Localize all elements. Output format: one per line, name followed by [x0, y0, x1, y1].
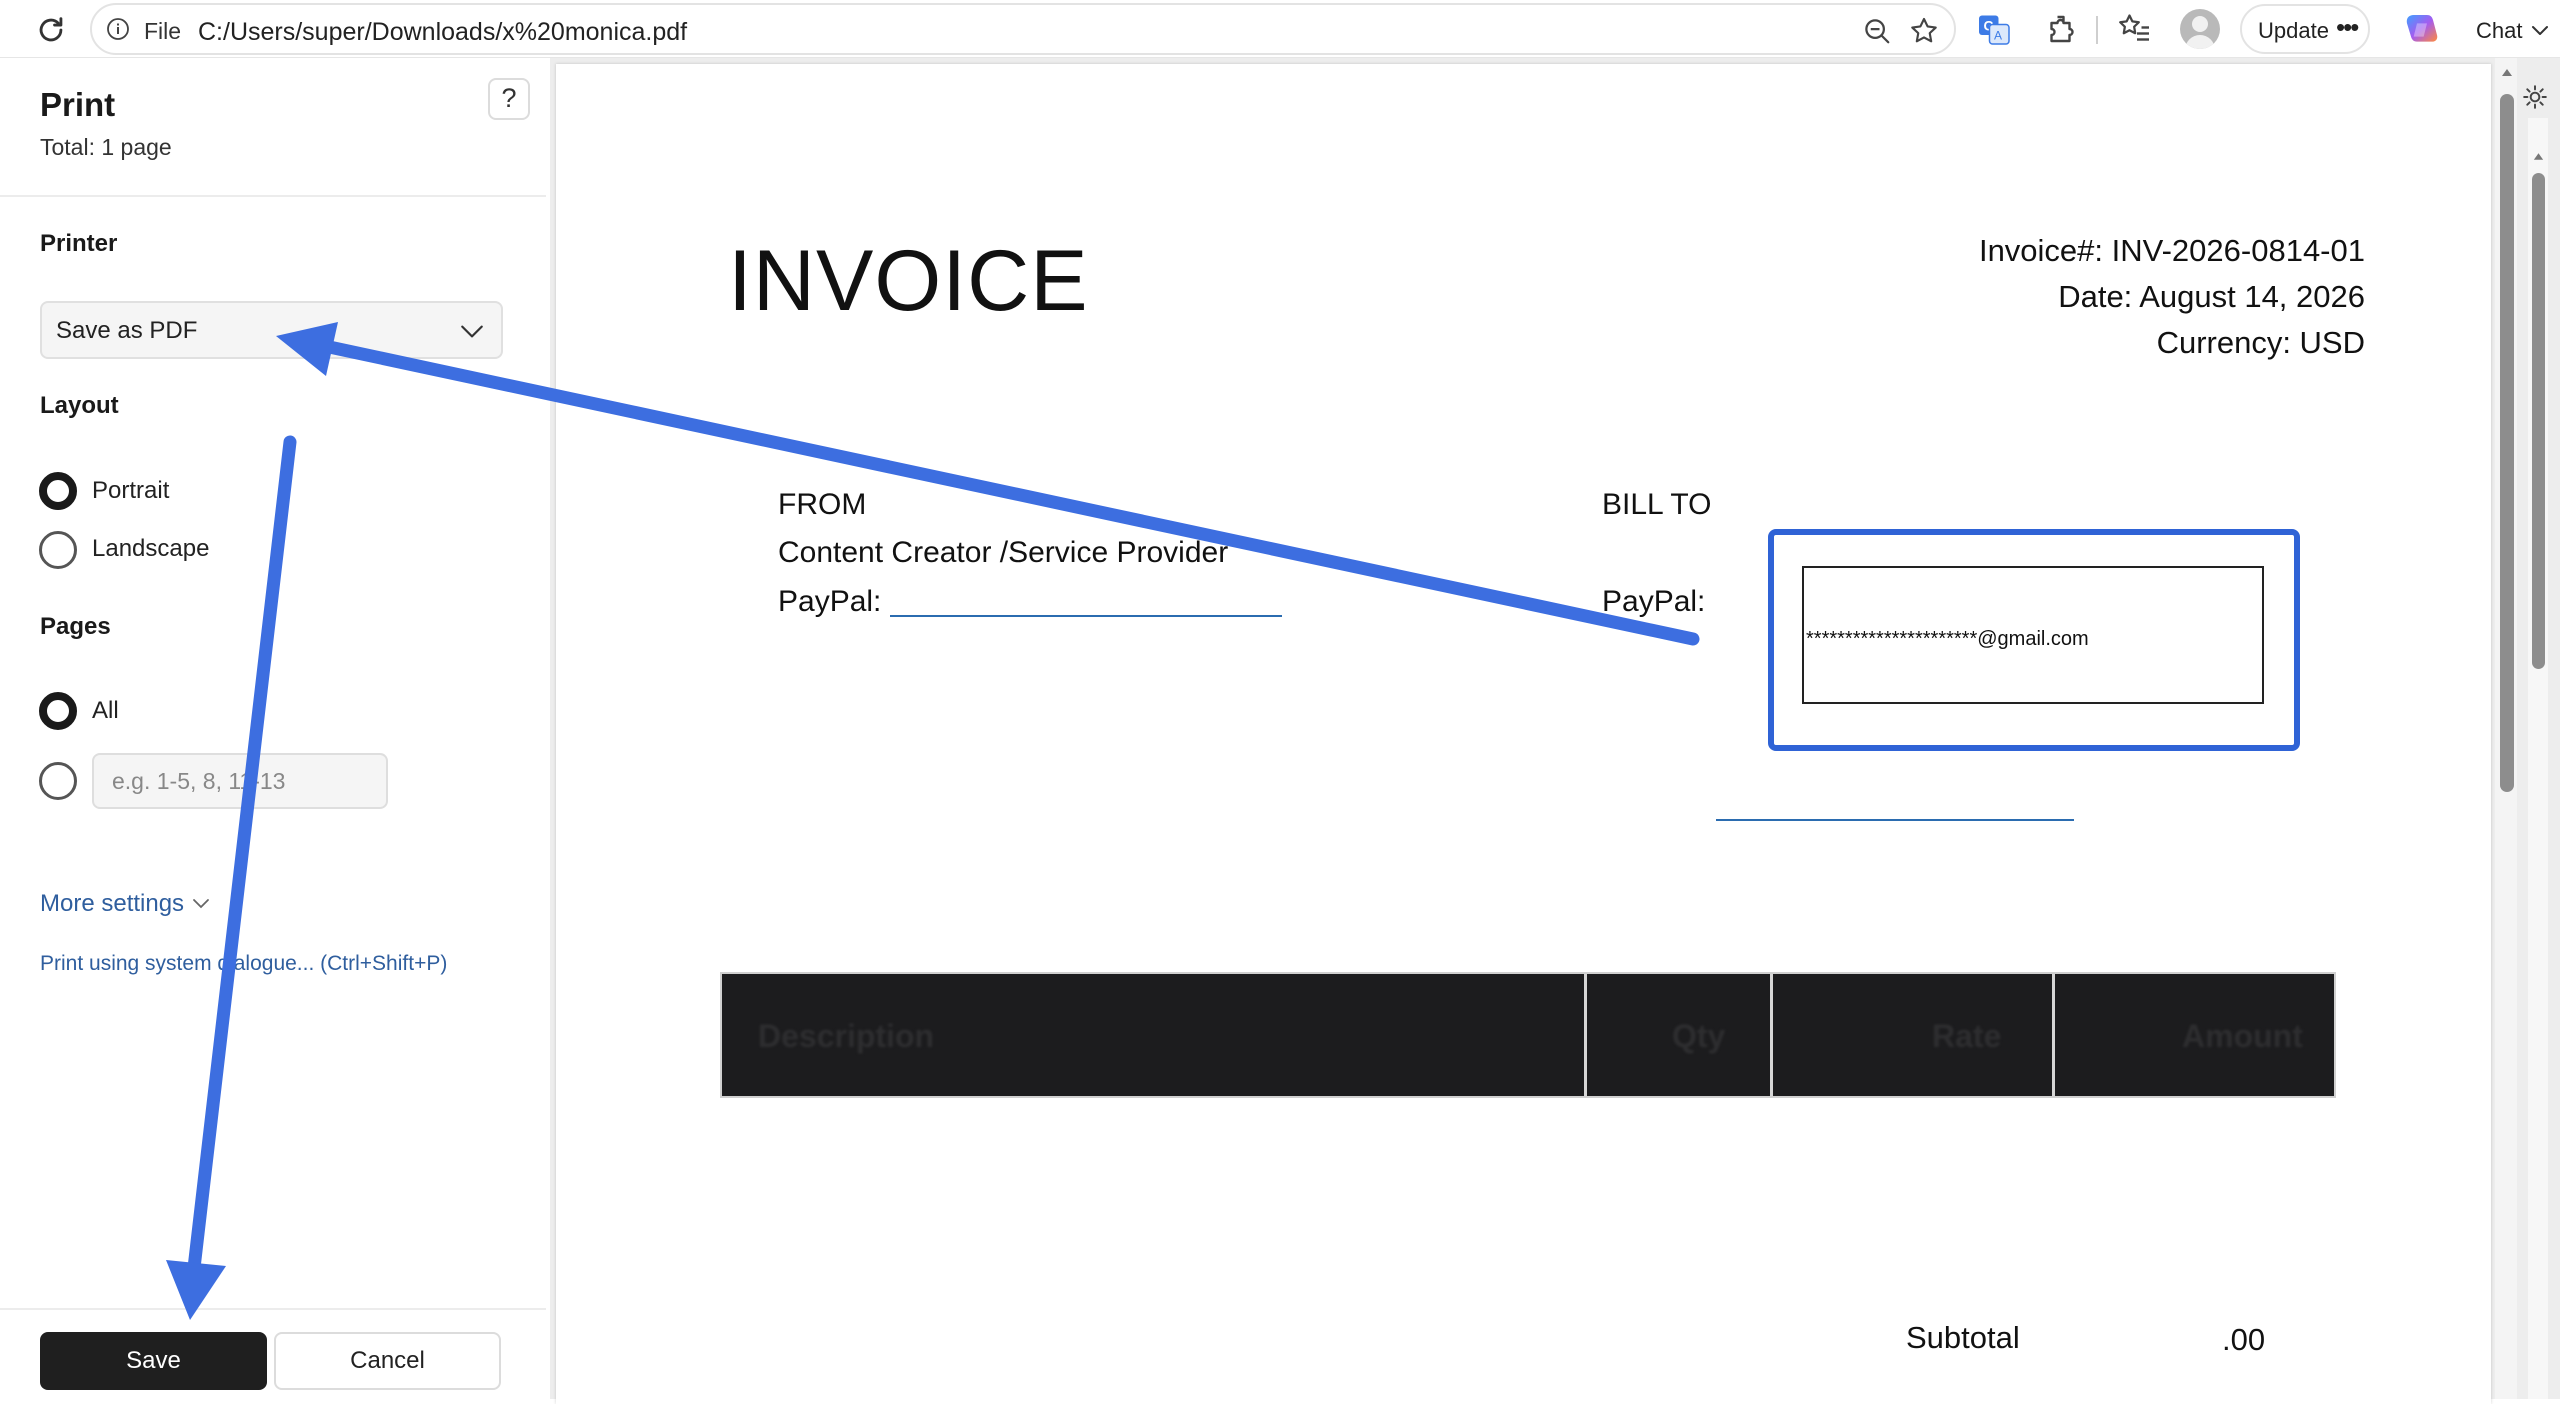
column-description: Description — [758, 1018, 935, 1054]
landscape-label: Landscape — [92, 535, 210, 562]
info-icon[interactable] — [106, 17, 130, 41]
bill-to-email: **********************@gmail.com — [1806, 628, 2089, 650]
print-title: Print — [40, 86, 116, 123]
update-label: Update — [2258, 18, 2329, 43]
from-name: Content Creator /Service Provider — [778, 536, 1229, 569]
scroll-up-icon[interactable] — [2500, 66, 2514, 78]
profile-avatar[interactable] — [2180, 9, 2220, 49]
update-button[interactable]: Update ••• — [2240, 4, 2370, 54]
address-bar[interactable]: File C:/Users/super/Downloads/x%20monica… — [90, 3, 1956, 55]
invoice-currency: Currency: USD — [2156, 325, 2365, 360]
invoice-page-preview: INVOICE Invoice#: INV-2026-0814-01 Date:… — [556, 64, 2491, 1404]
translate-icon[interactable]: G A — [1976, 11, 2012, 47]
print-settings-panel: Print Total: 1 page ? Printer Save as PD… — [0, 58, 550, 1399]
from-label: FROM — [778, 488, 867, 521]
browser-toolbar: File C:/Users/super/Downloads/x%20monica… — [0, 0, 2560, 58]
from-paypal-field-line — [890, 615, 1282, 617]
invoice-meta: Invoice#: INV-2026-0814-01 Date: August … — [1979, 228, 2365, 366]
portrait-label: Portrait — [92, 477, 170, 504]
invoice-number: Invoice#: INV-2026-0814-01 — [1978, 233, 2365, 268]
bill-to-label: BILL TO — [1602, 488, 1712, 521]
more-settings-toggle[interactable]: More settings — [40, 890, 210, 918]
save-button[interactable]: Save — [40, 1332, 267, 1390]
invoice-date: Date: August 14, 2026 — [2058, 279, 2365, 314]
extensions-icon[interactable] — [2044, 11, 2080, 47]
url-text[interactable]: C:/Users/super/Downloads/x%20monica.pdf — [198, 18, 687, 47]
reload-icon[interactable] — [34, 13, 68, 47]
url-scheme-label: File — [144, 18, 182, 44]
column-qty: Qty — [1672, 1018, 1726, 1054]
items-table-header: Description Qty Rate Amount — [720, 972, 2336, 1098]
printer-label: Printer — [40, 230, 118, 257]
pages-all-label: All — [92, 697, 119, 724]
page-total: Total: 1 page — [40, 134, 172, 160]
pages-range-input[interactable] — [92, 753, 388, 809]
page-scrollbar-thumb[interactable] — [2532, 173, 2545, 669]
subtotal-label: Subtotal — [1906, 1320, 2020, 1355]
from-paypal-label: PayPal: — [778, 585, 882, 618]
toolbar-separator — [2096, 16, 2098, 44]
chat-label: Chat — [2476, 18, 2523, 43]
bill-to-email-field: **********************@gmail.com — [1802, 566, 2264, 704]
chevron-down-icon — [193, 899, 209, 909]
favorites-list-icon[interactable] — [2116, 11, 2152, 47]
invoice-title: INVOICE — [728, 233, 1089, 329]
more-settings-label: More settings — [40, 890, 185, 917]
bill-to-field-line — [1716, 819, 2074, 821]
chevron-down-icon — [461, 325, 483, 338]
scroll-up-icon[interactable] — [2532, 150, 2545, 162]
subtotal-value: .00 — [2222, 1322, 2266, 1357]
copilot-chat-button[interactable]: Chat — [2388, 4, 2560, 54]
chevron-down-icon[interactable] — [2528, 18, 2552, 42]
preview-scrollbar-thumb[interactable] — [2500, 94, 2514, 792]
column-amount: Amount — [2182, 1018, 2303, 1054]
divider — [0, 195, 546, 197]
divider — [0, 1308, 546, 1310]
column-rate: Rate — [1932, 1018, 2002, 1054]
pages-custom-radio[interactable] — [39, 762, 77, 800]
system-dialog-link[interactable]: Print using system dialogue... (Ctrl+Shi… — [40, 952, 447, 976]
gear-icon[interactable] — [2522, 84, 2548, 110]
layout-label: Layout — [40, 392, 119, 419]
printer-select[interactable]: Save as PDF — [40, 301, 503, 359]
pages-all-radio[interactable] — [39, 692, 77, 730]
bill-to-paypal-label: PayPal: — [1602, 585, 1706, 618]
more-icon[interactable]: ••• — [2336, 12, 2359, 43]
pages-label: Pages — [40, 613, 111, 640]
printer-value: Save as PDF — [56, 317, 198, 344]
portrait-radio[interactable] — [39, 472, 77, 510]
help-button[interactable]: ? — [488, 78, 530, 120]
copilot-icon — [2406, 15, 2438, 42]
print-preview-area: INVOICE Invoice#: INV-2026-0814-01 Date:… — [550, 58, 2560, 1404]
zoom-out-icon[interactable] — [1862, 16, 1892, 46]
cancel-button[interactable]: Cancel — [274, 1332, 501, 1390]
svg-text:A: A — [1994, 29, 2002, 43]
favorite-star-icon[interactable] — [1908, 15, 1940, 47]
landscape-radio[interactable] — [39, 531, 77, 569]
